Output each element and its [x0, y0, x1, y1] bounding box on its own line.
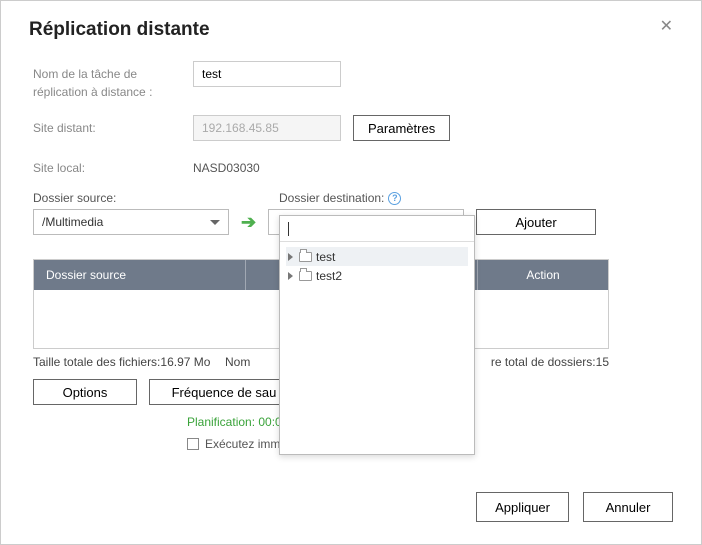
apply-button[interactable]: Appliquer — [476, 492, 569, 522]
tree-expand-icon[interactable] — [288, 272, 293, 280]
run-immediately-checkbox[interactable] — [187, 438, 199, 450]
destination-dropdown-list[interactable]: test test2 — [279, 215, 475, 455]
tree-item-test[interactable]: test — [286, 247, 468, 266]
tree-expand-icon[interactable] — [288, 253, 293, 261]
text-cursor-icon — [288, 222, 289, 236]
local-site-value: NASD03030 — [193, 155, 260, 181]
source-folder-value: /Multimedia — [42, 215, 103, 229]
destination-dropdown-input-row[interactable] — [280, 216, 474, 242]
folder-icon — [299, 271, 312, 281]
total-size-stat: Taille totale des fichiers:16.97 Mo — [33, 355, 225, 369]
local-site-label: Site local: — [33, 155, 193, 177]
task-name-label: Nom de la tâche de réplication à distanc… — [33, 61, 193, 101]
dialog-header: Réplication distante ✕ — [1, 1, 701, 53]
arrow-right-icon: ➔ — [241, 212, 256, 233]
help-icon[interactable]: ? — [388, 192, 401, 205]
parameters-button[interactable]: Paramètres — [353, 115, 450, 141]
table-col-action: Action — [478, 260, 608, 290]
tree-item-test2[interactable]: test2 — [286, 266, 468, 285]
tree-item-label: test — [316, 250, 335, 264]
dialog-title: Réplication distante — [29, 19, 210, 41]
remote-site-input — [193, 115, 341, 141]
remote-site-label: Site distant: — [33, 115, 193, 137]
dialog-footer: Appliquer Annuler — [476, 492, 673, 522]
destination-tree: test test2 — [280, 242, 474, 454]
add-button[interactable]: Ajouter — [476, 209, 596, 235]
source-folder-label: Dossier source: — [33, 191, 279, 205]
table-col-source: Dossier source — [34, 260, 246, 290]
destination-folder-label: Dossier destination: ? — [279, 191, 401, 205]
close-icon[interactable]: ✕ — [660, 19, 673, 35]
options-button[interactable]: Options — [33, 379, 137, 405]
tree-item-label: test2 — [316, 269, 342, 283]
backup-frequency-button[interactable]: Fréquence de sau — [149, 379, 299, 405]
chevron-down-icon — [210, 220, 220, 225]
folder-icon — [299, 252, 312, 262]
replication-dialog: Réplication distante ✕ Nom de la tâche d… — [0, 0, 702, 545]
source-folder-dropdown[interactable]: /Multimedia — [33, 209, 229, 235]
cancel-button[interactable]: Annuler — [583, 492, 673, 522]
task-name-input[interactable] — [193, 61, 341, 87]
